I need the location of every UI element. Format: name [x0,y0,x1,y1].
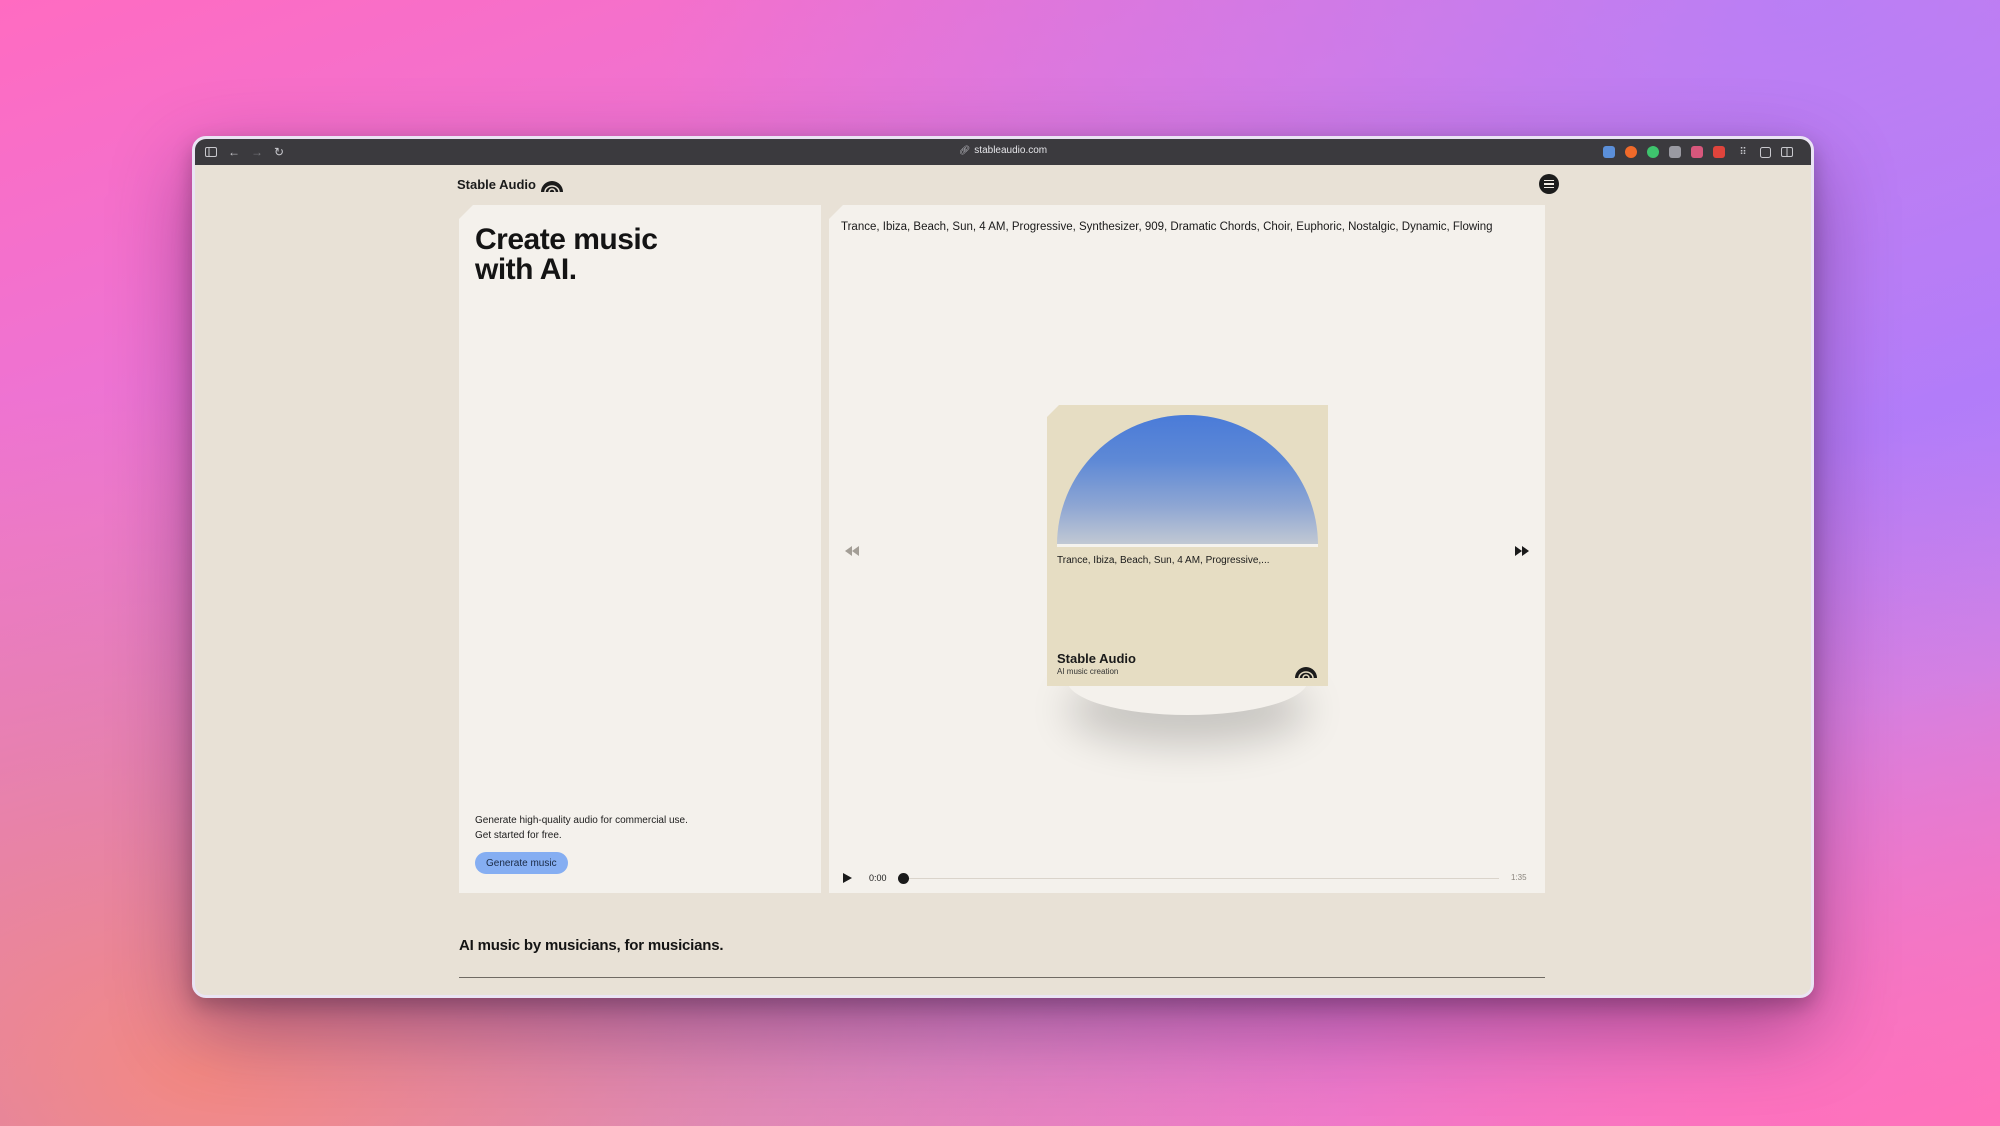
tabs-icon[interactable] [1779,144,1795,160]
brand-logo[interactable]: Stable Audio [457,177,564,192]
extension-icon-1[interactable] [1603,146,1615,158]
stable-audio-logo-icon [540,180,563,192]
album-title: Stable Audio [1057,651,1136,666]
prompt-text: Trance, Ibiza, Beach, Sun, 4 AM, Progres… [841,221,1493,233]
link-icon: 🔗︎ [958,145,971,155]
url-text: stableaudio.com [974,145,1048,156]
hero-subtitle-line2: Get started for free. [475,830,562,841]
extension-icon-5[interactable] [1691,146,1703,158]
album-dome-art [1057,415,1318,545]
progress-track[interactable] [903,878,1499,879]
album-cover: Trance, Ibiza, Beach, Sun, 4 AM, Progres… [1047,405,1328,686]
hamburger-menu-icon[interactable] [1539,174,1559,194]
current-time: 0:00 [869,873,887,883]
album-subtitle: AI music creation [1057,667,1119,676]
extension-icon-6[interactable] [1713,146,1725,158]
hero-subtitle-line1: Generate high-quality audio for commerci… [475,815,688,826]
section-tagline: AI music by musicians, for musicians. [459,937,724,954]
share-icon[interactable] [1757,144,1773,160]
browser-toolbar: ← → ↻ 🔗︎ stableaudio.com ⠿ [195,139,1811,165]
web-page: Stable Audio Create music with AI. Gener… [195,165,1811,995]
next-track-icon[interactable] [1513,544,1531,558]
progress-knob[interactable] [898,873,909,884]
album-divider [1057,544,1318,547]
total-time: 1:35 [1511,873,1527,882]
hero-subtitle: Generate high-quality audio for commerci… [475,813,688,843]
hero-title: Create music with AI. [475,223,658,286]
extension-icon-2[interactable] [1625,146,1637,158]
address-bar[interactable]: 🔗︎ stableaudio.com [195,145,1811,156]
album-prompt: Trance, Ibiza, Beach, Sun, 4 AM, Progres… [1057,555,1270,566]
player-card: Trance, Ibiza, Beach, Sun, 4 AM, Progres… [829,205,1545,893]
extension-icon-3[interactable] [1647,146,1659,158]
extension-icon-4[interactable] [1669,146,1681,158]
brand-name: Stable Audio [457,177,536,192]
section-divider [459,977,1545,978]
generate-music-button[interactable]: Generate music [475,852,568,874]
previous-track-icon[interactable] [843,544,861,558]
browser-window: ← → ↻ 🔗︎stableaudio.com ⠿ Stable Audio [192,136,1814,998]
grid-icon[interactable]: ⠿ [1735,144,1751,160]
hero-card: Create music with AI. Generate high-qual… [459,205,821,893]
stable-audio-logo-icon [1295,667,1317,678]
play-icon[interactable] [841,872,853,884]
